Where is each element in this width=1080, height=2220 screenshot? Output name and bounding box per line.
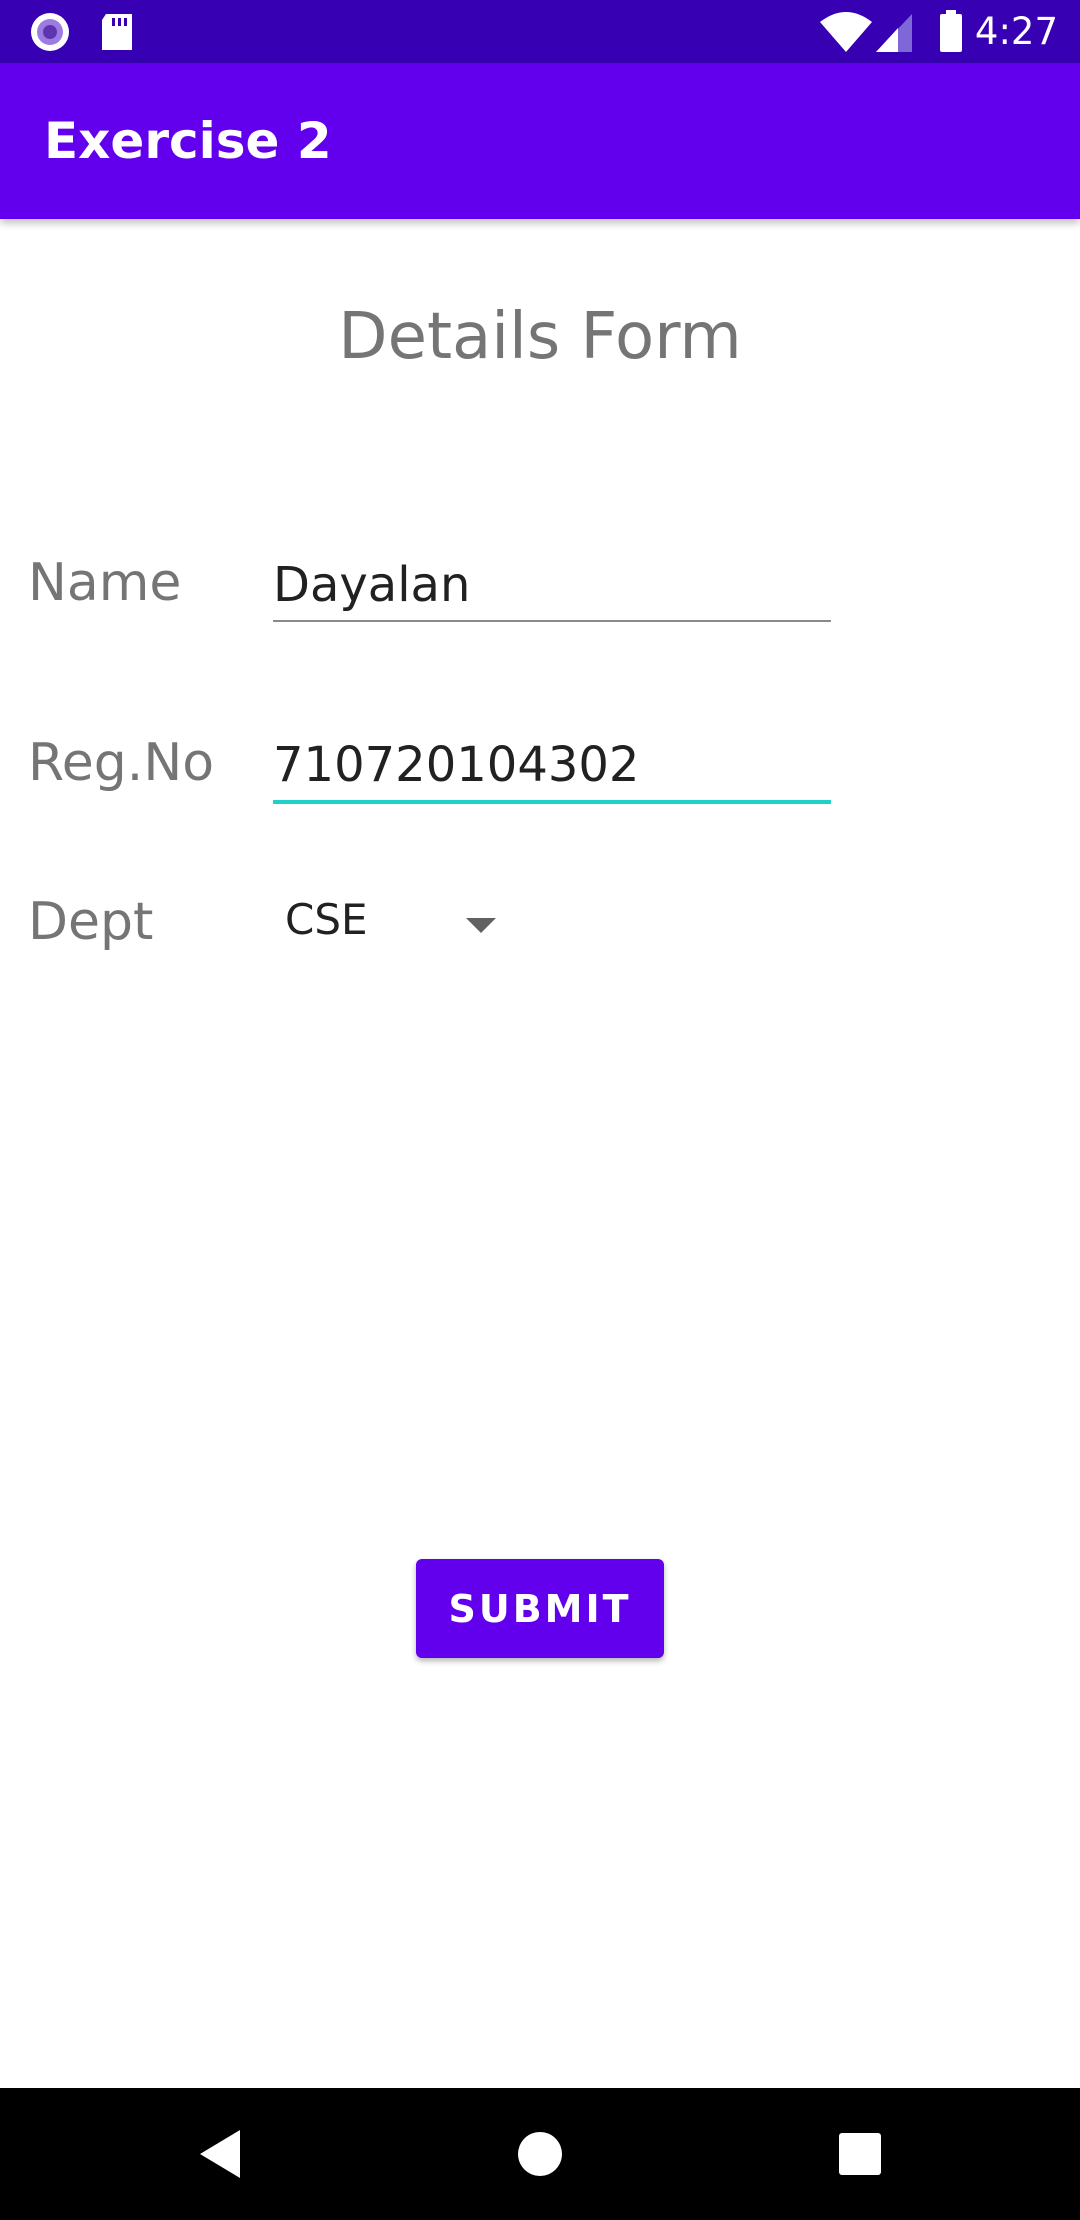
name-input-underline xyxy=(273,620,831,622)
reg-no-input[interactable] xyxy=(273,730,831,800)
home-icon[interactable] xyxy=(500,2114,580,2194)
dept-spinner[interactable]: CSE xyxy=(273,885,513,965)
nav-bar xyxy=(0,2088,1080,2220)
name-label: Name xyxy=(28,553,182,613)
radio-notification-icon xyxy=(31,13,69,51)
back-icon[interactable] xyxy=(180,2114,260,2194)
status-bar: 4:27 xyxy=(0,0,1080,63)
form-title: Details Form xyxy=(338,300,742,374)
app-title: Exercise 2 xyxy=(44,112,332,170)
wifi-icon xyxy=(820,12,872,52)
dept-spinner-value: CSE xyxy=(285,895,368,944)
recents-icon[interactable] xyxy=(820,2114,900,2194)
name-input[interactable] xyxy=(273,550,831,620)
status-time: 4:27 xyxy=(974,10,1058,53)
reg-no-label: Reg.No xyxy=(28,733,215,793)
battery-icon xyxy=(940,10,962,52)
submit-button[interactable]: SUBMIT xyxy=(416,1559,664,1658)
reg-no-input-underline xyxy=(273,800,831,804)
app-bar: Exercise 2 xyxy=(0,63,1080,219)
dropdown-arrow-icon xyxy=(466,918,496,933)
cell-signal-icon xyxy=(876,14,912,52)
sd-card-icon xyxy=(102,14,132,50)
dept-label: Dept xyxy=(28,892,154,952)
